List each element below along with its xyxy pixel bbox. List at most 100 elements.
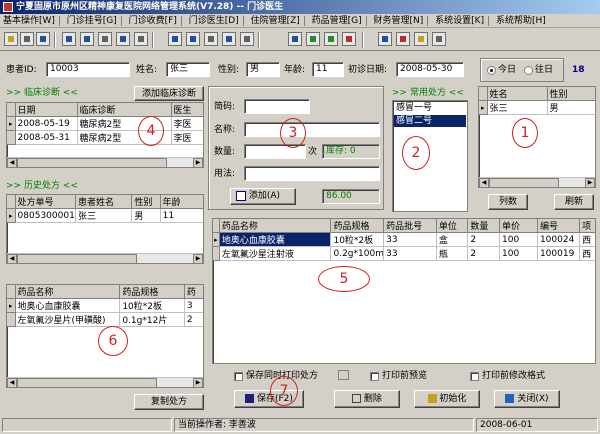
menu-charge[interactable]: 门诊收费[F] [126,14,180,28]
table-row[interactable]: 左氧氟沙星注射液 0.2g*100ml 33 瓶 2 100 100019 西 [213,246,595,261]
menu-doctor[interactable]: 门诊医生[D] [186,14,242,28]
tool-list2-icon[interactable] [186,32,200,46]
add-drug-button[interactable]: 添加(A) [230,188,296,205]
col-qty[interactable]: 数量 [467,219,501,233]
table-row[interactable]: ▸ 地奥心血康胶囊 10粒*2板 3 [7,298,203,313]
delete-label: 删除 [363,394,382,404]
menu-registration[interactable]: 门诊挂号[G] [64,14,120,28]
col-rx-no[interactable]: 处方单号 [15,195,77,209]
col-price[interactable]: 单价 [499,219,538,233]
menu-settings[interactable]: 系统设置[K] [432,14,487,28]
col-sex[interactable]: 性别 [131,195,161,209]
table-row[interactable]: 2008-05-31 糖尿病2型 李医 [7,130,203,145]
table-row[interactable]: ▸ 地奥心血康胶囊 10粒*2板 33 盒 2 100 100024 西 [213,232,595,247]
clinical-grid: 日期 临床诊断 医生 ▸ 2008-05-19 糖尿病2型 李医 2008-05-31 糖尿… [6,102,204,168]
tool-table-icon[interactable] [324,32,338,46]
col-code[interactable]: 编号 [537,219,581,233]
drug-name-input[interactable] [244,122,380,137]
tool-search2-icon[interactable] [204,32,218,46]
visit-date-field[interactable]: 2008-05-30 [396,62,464,77]
preview-label: 打印前预览 [382,371,428,381]
toolbar [0,29,600,51]
tool-lock-icon[interactable] [20,32,34,46]
column-count-button[interactable]: 列数 [488,194,528,210]
init-button[interactable]: 初始化 [414,390,480,408]
usage-input[interactable] [244,166,380,181]
col-item[interactable]: 项 [579,219,595,233]
print-settings-icon[interactable] [338,370,349,380]
col-batch[interactable]: 药品批号 [383,219,437,233]
name-label: 名称: [214,125,236,135]
tool-money-icon[interactable] [414,32,428,46]
tool-chart-icon[interactable] [306,32,320,46]
tool-list-icon[interactable] [80,32,94,46]
tool-user-icon[interactable] [36,32,50,46]
tool-key-icon[interactable] [4,32,18,46]
patient-age-field[interactable]: 11 [312,62,344,77]
table-row[interactable]: ▸ 0805300001 张三男 11 [7,208,203,223]
tool-report-icon[interactable] [134,32,148,46]
col-doctor[interactable]: 医生 [171,103,203,117]
menu-basic[interactable]: 基本操作[W] [0,14,58,28]
menu-help[interactable]: 系统帮助[H] [493,14,549,28]
common-rx-item[interactable]: 感冒一号 [394,102,466,114]
init-label: 初始化 [439,394,467,404]
tool-pill-icon[interactable] [342,32,356,46]
modify-format-label: 打印前修改格式 [482,371,546,381]
col-sex[interactable]: 性别 [547,87,595,101]
col-drug-name[interactable]: 药品名称 [219,219,332,233]
past-radio[interactable] [524,66,533,75]
tool-monitor-icon[interactable] [378,32,392,46]
col-patient-name[interactable]: 患者姓名 [75,195,133,209]
menu-finance[interactable]: 财务管理[N] [371,14,427,28]
col-spec[interactable]: 药品规格 [330,219,385,233]
tool-arrow-icon[interactable] [396,32,410,46]
menu-inpatient[interactable]: 住院管理[Z] [248,14,303,28]
close-button[interactable]: 关闭(X) [494,390,560,408]
preview-checkbox[interactable] [370,372,379,381]
col-date[interactable]: 日期 [15,103,78,117]
code-input[interactable] [244,99,310,114]
today-radio[interactable] [487,66,496,75]
col-name[interactable]: 姓名 [487,87,548,101]
tool-binoculars-icon[interactable] [432,32,446,46]
tool-window-icon[interactable] [62,32,76,46]
tool-book-icon[interactable] [288,32,302,46]
tool-search-icon[interactable] [98,32,112,46]
patient-hscroll[interactable]: ◀ ▶ [479,177,595,187]
col-diagnosis[interactable]: 临床诊断 [77,103,172,117]
table-row[interactable]: ▸ 2008-05-19 糖尿病2型 李医 [7,116,203,131]
marker-2: 2 [402,136,430,170]
col-drug[interactable]: 药 [184,285,203,299]
patient-age-label: 年龄: [284,65,306,75]
copy-rx-button[interactable]: 复制处方 [134,394,204,410]
col-spec[interactable]: 药品规格 [119,285,185,299]
col-drug-name[interactable]: 药品名称 [15,285,121,299]
delete-button[interactable]: 删除 [334,390,400,408]
refresh-button[interactable]: 刷新 [554,194,594,210]
patient-id-field[interactable]: 10003 [46,62,130,77]
drug-hscroll[interactable]: ◀ ▶ [7,377,203,387]
col-unit[interactable]: 单位 [436,219,469,233]
tool-calc-icon[interactable] [116,32,130,46]
table-row[interactable]: ▸ 张三男 [479,100,595,115]
tool-window2-icon[interactable] [168,32,182,46]
add-diagnosis-button[interactable]: 添加临床诊断 [134,86,204,101]
amount-display: 86.00 [322,189,380,204]
patient-name-field[interactable]: 张三 [166,62,210,77]
tool-report2-icon[interactable] [240,32,254,46]
common-rx-item[interactable]: 感冒二号 [394,115,466,127]
menu-drugs[interactable]: 药品管理[G] [309,14,365,28]
print-on-save-checkbox[interactable] [234,372,243,381]
table-row[interactable]: 左氧氟沙星片(甲磺酸) 0.1g*12片 2 [7,312,203,327]
col-age[interactable]: 年龄 [160,195,203,209]
qty-unit: 次 [308,147,318,157]
tool-calc2-icon[interactable] [222,32,236,46]
patient-sex-field[interactable]: 男 [246,62,280,77]
patient-name-label: 姓名: [136,65,158,75]
clinical-hscroll[interactable]: ◀ ▶ [7,157,203,167]
marker-4: 4 [138,116,164,146]
add-icon [236,190,246,201]
modify-format-checkbox[interactable] [470,372,479,381]
history-hscroll[interactable]: ◀ ▶ [7,253,203,263]
